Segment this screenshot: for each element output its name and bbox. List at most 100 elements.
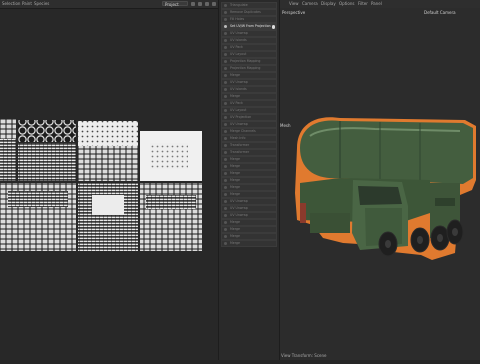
menu-species[interactable]: Species	[34, 1, 49, 6]
visibility-icon[interactable]	[224, 179, 227, 182]
gear-icon[interactable]	[271, 25, 275, 29]
operation-item[interactable]: Transformer	[221, 142, 277, 149]
visibility-icon[interactable]	[224, 165, 227, 168]
operation-item[interactable]: Merge	[221, 226, 277, 233]
visibility-icon[interactable]	[224, 137, 227, 140]
operation-item[interactable]: Merge	[221, 184, 277, 191]
operation-item[interactable]: Merge	[221, 240, 277, 247]
operation-item[interactable]: UV Islands	[221, 86, 277, 93]
operation-label: Merge	[230, 171, 240, 175]
project-select-value: Project	[165, 2, 179, 7]
operation-item[interactable]: Remove Duplicates	[221, 9, 277, 16]
visibility-icon[interactable]	[224, 116, 227, 119]
visibility-icon[interactable]	[224, 11, 227, 14]
operation-item[interactable]: Merge	[221, 72, 277, 79]
operation-item[interactable]: UV Unwrap	[221, 205, 277, 212]
grid-icon[interactable]	[191, 1, 195, 6]
operation-item[interactable]: UV Unwrap	[221, 30, 277, 37]
3d-viewport[interactable]: Perspective Default Camera Mesh View Tra…	[280, 8, 480, 360]
menu-panel[interactable]: Panel	[371, 1, 382, 6]
visibility-icon[interactable]	[224, 81, 227, 84]
visibility-icon[interactable]	[224, 39, 227, 42]
operation-item[interactable]: Merge	[221, 156, 277, 163]
menu-options[interactable]: Options	[339, 1, 354, 6]
operation-item[interactable]: Merge	[221, 170, 277, 177]
menu-selection[interactable]: Selection	[2, 1, 20, 6]
visibility-icon[interactable]	[224, 151, 227, 154]
operation-item[interactable]: UV Unwrap	[221, 198, 277, 205]
operation-item[interactable]: Merge Channels	[221, 128, 277, 135]
visibility-icon[interactable]	[224, 46, 227, 49]
operation-item[interactable]: UV Islands	[221, 37, 277, 44]
menu-view[interactable]: View	[289, 1, 299, 6]
visibility-icon[interactable]	[224, 60, 227, 63]
visibility-icon[interactable]	[224, 88, 227, 91]
operation-item[interactable]: UV Pack	[221, 44, 277, 51]
visibility-icon[interactable]	[224, 228, 227, 231]
operation-item[interactable]: Mesh Info	[221, 135, 277, 142]
operation-label: UV Islands	[230, 38, 247, 42]
operation-label: Fill Holes	[230, 17, 245, 21]
visibility-icon[interactable]	[224, 158, 227, 161]
visibility-icon[interactable]	[224, 123, 227, 126]
operation-label: Triangulate	[230, 3, 248, 7]
operation-item[interactable]: Merge	[221, 163, 277, 170]
visibility-icon[interactable]	[224, 95, 227, 98]
visibility-icon[interactable]	[224, 18, 227, 21]
operation-item[interactable]: Merge	[221, 191, 277, 198]
visibility-icon[interactable]	[224, 4, 227, 7]
operation-item[interactable]: UV Projection	[221, 114, 277, 121]
visibility-icon[interactable]	[224, 200, 227, 203]
operation-label: UV Unwrap	[230, 31, 248, 35]
operation-item[interactable]: UV Pack	[221, 100, 277, 107]
menu-paint[interactable]: Paint	[22, 1, 32, 6]
operation-item[interactable]: Projection Mapping	[221, 58, 277, 65]
visibility-icon[interactable]	[224, 235, 227, 238]
visibility-icon[interactable]	[224, 186, 227, 189]
visibility-icon[interactable]	[224, 102, 227, 105]
operation-label: Projection Mapping	[230, 66, 261, 70]
operation-label: Merge	[230, 94, 240, 98]
operation-item[interactable]: Merge	[221, 93, 277, 100]
menu-camera[interactable]: Camera	[302, 1, 318, 6]
visibility-icon[interactable]	[224, 25, 227, 28]
operation-item[interactable]: UV Unwrap	[221, 79, 277, 86]
operation-label: Merge	[230, 220, 240, 224]
operation-label: Remove Duplicates	[230, 10, 261, 14]
uv-layout-canvas[interactable]	[0, 9, 218, 360]
operation-item[interactable]: Transformer	[221, 149, 277, 156]
operation-item[interactable]: Set UV/W From Projection	[221, 23, 277, 30]
operation-item[interactable]: Fill Holes	[221, 16, 277, 23]
visibility-icon[interactable]	[224, 130, 227, 133]
visibility-icon[interactable]	[224, 144, 227, 147]
operation-item[interactable]: Merge	[221, 219, 277, 226]
operation-label: Mesh Info	[230, 136, 246, 140]
operation-item[interactable]: UV Unwrap	[221, 121, 277, 128]
operation-item[interactable]: Triangulate	[221, 2, 277, 9]
operation-item[interactable]: Merge	[221, 177, 277, 184]
visibility-icon[interactable]	[224, 172, 227, 175]
operation-item[interactable]: Projection Mapping	[221, 65, 277, 72]
operation-label: UV Unwrap	[230, 122, 248, 126]
visibility-icon[interactable]	[224, 74, 227, 77]
camera-icon[interactable]	[205, 1, 209, 6]
visibility-icon[interactable]	[224, 109, 227, 112]
project-select[interactable]: Project	[162, 1, 188, 7]
operation-item[interactable]: Merge	[221, 233, 277, 240]
operation-label: UV Unwrap	[230, 206, 248, 210]
operation-item[interactable]: UV Layout	[221, 51, 277, 58]
menu-filter[interactable]: Filter	[358, 1, 368, 6]
operation-item[interactable]: UV Unwrap	[221, 212, 277, 219]
visibility-icon[interactable]	[224, 53, 227, 56]
visibility-icon[interactable]	[224, 193, 227, 196]
operation-item[interactable]: UV Layout	[221, 107, 277, 114]
visibility-icon[interactable]	[224, 67, 227, 70]
menu-display[interactable]: Display	[321, 1, 336, 6]
close-icon[interactable]	[212, 1, 216, 6]
visibility-icon[interactable]	[224, 32, 227, 35]
settings-icon[interactable]	[198, 1, 202, 6]
visibility-icon[interactable]	[224, 221, 227, 224]
visibility-icon[interactable]	[224, 207, 227, 210]
visibility-icon[interactable]	[224, 242, 227, 245]
visibility-icon[interactable]	[224, 214, 227, 217]
